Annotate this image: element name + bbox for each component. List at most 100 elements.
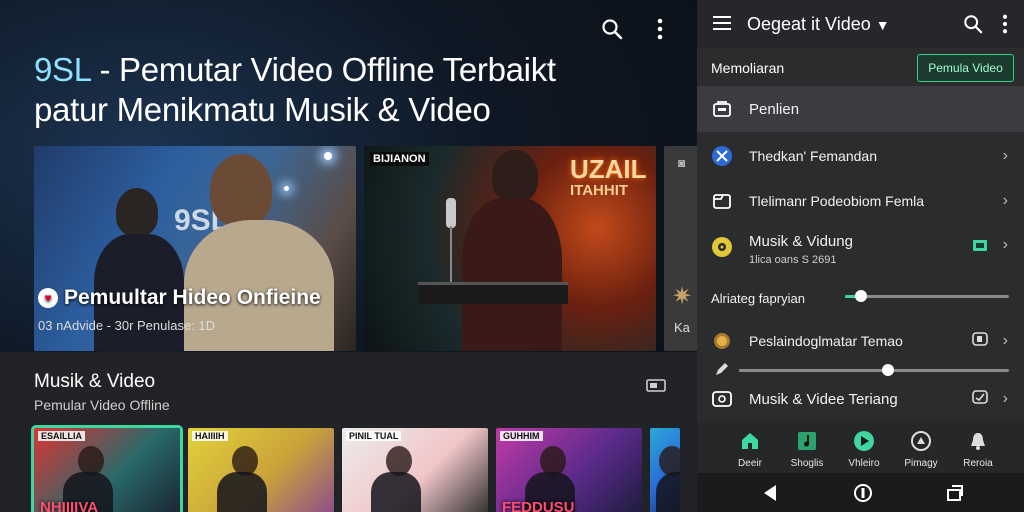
bottom-nav-label: Reroia [963,458,993,469]
poster-small-text: BIJIANON [370,152,429,166]
more-vert-icon[interactable] [647,16,673,42]
video-thumbnail[interactable]: GUHHIM FEDDUSU [496,428,642,512]
poster-big-text: UZAIL [570,154,647,184]
side-drawer: Oegeat it Video ▼ Memoliaran Pemula Vide… [697,0,1024,512]
wifi-icon: ▼ [875,17,890,33]
hero-title-line1: - Pemutar Video Offline Terbaikt [90,51,556,88]
drawer-item-sublabel: 1lica oans S 2691 [749,254,837,266]
microphone-icon [446,198,456,228]
drawer-item-label: Musik & Videe Teriang [749,390,898,408]
system-navigation-bar [697,473,1024,512]
pemula-video-button[interactable]: Pemula Video [917,54,1014,82]
recents-icon[interactable] [945,483,965,503]
music-note-icon [795,429,819,453]
chevron-right-icon: › [1002,192,1008,209]
drawer-item-label: Peslaindoglmatar Temao [749,333,903,349]
partial-card-label: Ka [674,320,690,335]
thumbnail-label: ESAILLIA [38,431,86,441]
drawer-title: Oegeat it Video ▼ [747,14,890,35]
keyboard-instrument [418,282,568,304]
home-circle-icon[interactable] [853,483,873,503]
slider-2[interactable] [739,364,1009,376]
person-head [116,188,158,236]
person-body [371,472,422,512]
chevron-right-icon: › [1002,390,1008,407]
bottom-nav-label: Deeir [738,458,762,469]
drawer-item-2[interactable]: Tlelimanr Podeobiom Femla › [697,190,1024,212]
back-icon[interactable] [760,483,780,503]
folder-icon [711,190,733,212]
slider-label: Alriateg fapryian [711,290,805,306]
featured-carousel: 9SL ♥ Pemuultar Hideo Onfieine 03 nAdvid… [34,146,697,351]
home-icon [738,429,762,453]
chevron-right-icon: › [1002,332,1008,349]
drawer-toolbar: Oegeat it Video ▼ [697,0,1024,48]
slider-1[interactable] [845,290,1009,302]
search-icon[interactable] [963,14,983,39]
bag-icon [711,98,733,120]
stage-light [324,152,332,160]
person-body [462,198,562,351]
drawer-title-text: Oegeat it Video [747,14,871,34]
slider-fill [739,369,888,372]
search-icon[interactable] [599,16,625,42]
featured-card-partial[interactable]: ◙ ✷ Ka [664,146,697,351]
settings-box-icon [711,388,733,410]
brand-name: 9SL [34,51,91,88]
drawer-item-4[interactable]: Peslaindoglmatar Temao › [697,330,1024,352]
drawer-item-label: Tlelimanr Podeobiom Femla [749,193,925,209]
bottom-nav-item[interactable]: Deeir [725,429,775,469]
bell-icon [966,429,990,453]
video-thumbnail[interactable]: ESAILLIA NHIIIIVA [31,425,183,512]
disc-icon [909,429,933,453]
featured-card[interactable]: BIJIANON UZAIL ITAHHIT [364,146,656,351]
video-thumbnail[interactable] [650,428,680,512]
drawer-item-penlien[interactable]: Penlien [697,98,1024,120]
cross-circle-icon [711,145,733,167]
mic-stand [450,226,452,286]
music-video-section: Musik & Video Pemular Video Offline ESAI… [0,352,697,512]
chevron-right-icon: › [1002,236,1008,253]
bottom-nav-item[interactable]: Pimagy [896,429,946,469]
slider-knob[interactable] [881,364,894,376]
chevron-right-icon: › [1002,147,1008,164]
more-vert-icon[interactable] [1002,14,1008,39]
cast-icon[interactable] [646,378,666,399]
thumbnail-title: NHIIIIVA [40,499,99,512]
drawer-item-3[interactable]: Musik & Vidung 1lica oans S 2691 › [697,233,1024,267]
bottom-navigation: Deeir Shoglis Vhleiro Pimagy Reroia [697,421,1024,473]
drawer-item-1[interactable]: Thedkan' Femandan › [697,145,1024,167]
video-thumbnail[interactable]: HAIIIIH [188,428,334,512]
check-badge-icon [972,389,988,409]
gallery-icon [972,239,988,257]
pencil-icon [711,358,733,380]
hero-title-line2: patur Menikmatu Musik & Video [34,91,491,128]
bottom-nav-item[interactable]: Shoglis [782,429,832,469]
featured-card-title: ♥ Pemuultar Hideo Onfieine [38,286,321,310]
thumbnail-label: PINIL TUAL [346,431,402,441]
person-head [210,154,272,226]
poster-big-text: ITAHHIT [570,182,629,199]
thumbnail-label: HAIIIIH [192,431,228,441]
drawer-item-5[interactable]: Musik & Videe Teriang › [697,388,1024,410]
drawer-item-label: Musik & Vidung [749,233,853,250]
top-actions [599,16,673,42]
drawer-subtitle: Memoliaran [711,60,785,76]
drawer-item-label: Thedkan' Femandan [749,148,877,164]
heart-badge-icon: ♥ [38,288,58,308]
play-icon [852,429,876,453]
camera-icon: ◙ [678,156,686,170]
music-disc-icon [711,236,733,258]
bottom-nav-item[interactable]: Reroia [953,429,1003,469]
leaf-icon: ✷ [672,283,693,310]
person-head [492,150,538,202]
hero-title: 9SL - Pemutar Video Offline Terbaikt pat… [34,50,654,130]
bottom-nav-item[interactable]: Vhleiro [839,429,889,469]
video-thumbnail[interactable]: PINIL TUAL [342,428,488,512]
person-body [217,472,268,512]
stage-light [284,186,289,191]
menu-icon[interactable] [713,15,733,36]
drawer-item-label: Penlien [749,100,800,118]
featured-card[interactable]: 9SL ♥ Pemuultar Hideo Onfieine 03 nAdvid… [34,146,356,351]
featured-card-meta: 03 nAdvide - 30r Penulase: 1D [38,318,216,333]
